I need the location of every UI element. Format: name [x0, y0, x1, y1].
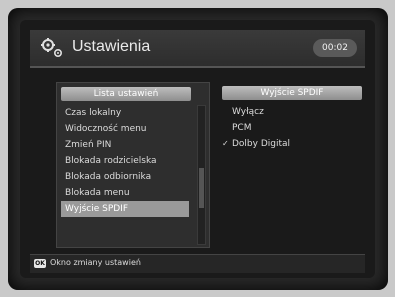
menu-item-menu-visibility[interactable]: Widoczność menu	[61, 121, 189, 137]
settings-list-panel: Lista ustawień Czas lokalny Widoczność m…	[56, 82, 210, 248]
ok-key-icon: OK	[34, 259, 46, 268]
scrollbar-thumb[interactable]	[199, 168, 204, 208]
tv-screen: Ustawienia 00:02 Lista ustawień Czas lok…	[20, 20, 375, 278]
menu-item-receiver-lock[interactable]: Blokada odbiornika	[61, 169, 189, 185]
footer-hint: Okno zmiany ustawień	[50, 258, 141, 267]
option-label: Dolby Digital	[232, 139, 291, 149]
option-label: PCM	[232, 123, 252, 133]
settings-menu: Czas lokalny Widoczność menu Zmień PIN B…	[61, 105, 189, 217]
clock-display: 00:02	[313, 39, 357, 57]
menu-item-local-time[interactable]: Czas lokalny	[61, 105, 189, 121]
check-icon: ✓	[222, 139, 229, 148]
page-title: Ustawienia	[72, 38, 151, 55]
option-pcm[interactable]: PCM	[222, 120, 362, 136]
menu-item-parental-lock[interactable]: Blokada rodzicielska	[61, 153, 189, 169]
settings-list-header: Lista ustawień	[61, 87, 191, 101]
footer-bar: OK Okno zmiany ustawień	[30, 254, 365, 273]
menu-item-change-pin[interactable]: Zmień PIN	[61, 137, 189, 153]
spdif-options-panel: Wyjście SPDIF Wyłącz PCM ✓ Dolby Digital	[218, 82, 368, 246]
option-dolby-digital[interactable]: ✓ Dolby Digital	[222, 136, 362, 152]
menu-item-menu-lock[interactable]: Blokada menu	[61, 185, 189, 201]
gears-icon	[41, 38, 63, 58]
spdif-options-list: Wyłącz PCM ✓ Dolby Digital	[222, 104, 362, 152]
spdif-options-header: Wyjście SPDIF	[222, 86, 362, 100]
menu-item-spdif-output[interactable]: Wyjście SPDIF	[61, 201, 189, 217]
settings-scrollbar[interactable]	[197, 105, 206, 245]
option-label: Wyłącz	[232, 107, 264, 117]
header-bar: Ustawienia 00:02	[30, 30, 365, 68]
option-off[interactable]: Wyłącz	[222, 104, 362, 120]
